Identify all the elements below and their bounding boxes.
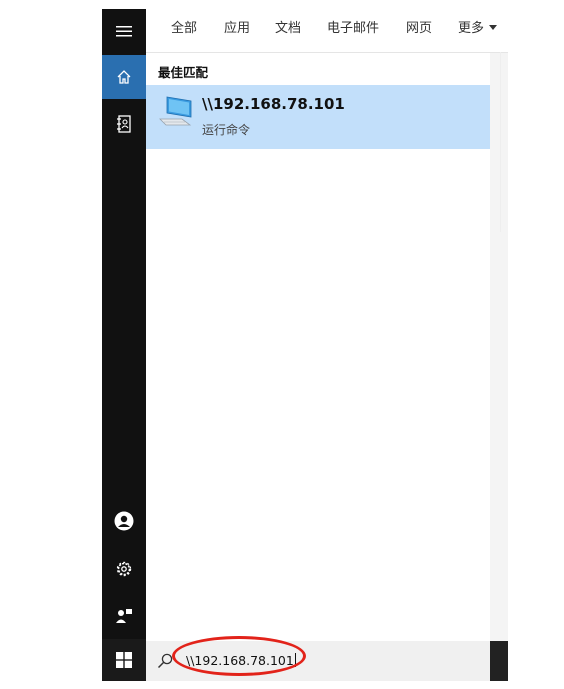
sidebar [102,9,146,681]
user-icon [114,511,134,531]
feedback-button[interactable] [102,594,146,638]
account-button[interactable] [102,499,146,543]
feedback-icon [116,609,132,623]
tab-apps[interactable]: 应用 [224,17,250,36]
taskbar-edge [490,641,508,681]
tab-documents[interactable]: 文档 [275,17,301,36]
panel-edge [500,52,509,232]
settings-button[interactable] [102,547,146,591]
home-button[interactable] [102,55,146,99]
annotation-highlight-oval [172,636,306,676]
settings-icon [116,561,132,577]
hamburger-menu-button[interactable] [102,9,146,53]
computer-icon [159,96,192,126]
home-icon [117,70,131,84]
chevron-down-icon [489,25,498,30]
tab-web[interactable]: 网页 [406,17,432,36]
notebook-button[interactable] [102,102,146,146]
search-results-panel: 全部 应用 文档 电子邮件 网页 更多 最佳匹配 \\192.168.78.10… [146,9,508,641]
tab-email[interactable]: 电子邮件 [327,17,379,36]
search-icon [157,653,173,669]
tab-all[interactable]: 全部 [171,17,197,36]
start-button[interactable] [102,639,146,681]
best-match-name: \\192.168.78.101 [202,95,345,113]
filter-tabs: 全部 应用 文档 电子邮件 网页 更多 [146,9,508,53]
best-match-type: 运行命令 [202,123,251,137]
windows-start-icon [116,652,132,668]
best-match-result[interactable]: \\192.168.78.101 运行命令 [146,85,490,149]
hamburger-menu-icon [116,26,132,37]
best-match-heading: 最佳匹配 [158,65,209,80]
tab-more[interactable]: 更多 [458,17,498,36]
tab-more-label: 更多 [458,21,485,36]
notebook-icon [117,115,131,133]
